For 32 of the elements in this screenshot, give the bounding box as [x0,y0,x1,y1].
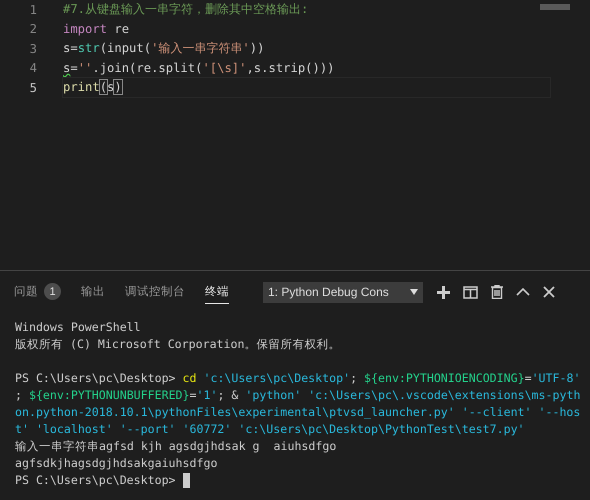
terminal-line: agfsdkjhagsdgjhdsakgaiuhsdfgo [15,455,218,472]
terminal-line: t' 'localhost' '--port' '60772' 'c:\Users\pc\Desktop\PythonTest\test7.py' [15,421,525,438]
code-line: s=''.join(re.split('[\s]',s.strip())) [63,60,336,77]
line-number: 5 [28,80,37,95]
terminal-line: PS C:\Users\pc\Desktop> [15,472,176,489]
terminal-line: 版权所有 (C) Microsoft Corporation。保留所有权利。 [15,336,340,353]
terminal-line: on.python-2018.10.1\pythonFiles\experimental\ptvsd_launcher.py' '--client' '--hos [15,404,580,421]
terminal-line: Windows PowerShell [15,319,141,336]
line-number: 2 [28,22,37,36]
split-panel-icon[interactable] [463,286,478,298]
trash-icon[interactable] [491,285,503,299]
terminal-line: 输入一串字符串agfsd kjh agsdgjhdsak g aiuhsdfgo [15,438,336,455]
panel-tab[interactable]: 调试控制台 [125,280,185,304]
code-line: s=str(input('输入一串字符串')) [63,40,266,58]
count-badge: 1 [44,283,61,300]
code-line: #7.从键盘输入一串字符，删除其中空格输出: [63,1,310,18]
dropdown-caret-icon [410,289,418,295]
code-line: print(s) [63,78,550,98]
panel-tab[interactable]: 终端 [205,280,229,304]
chevron-up-icon[interactable] [516,288,530,296]
minimap [540,4,570,10]
terminal-dropdown[interactable]: 1: Python Debug Cons [263,282,423,302]
close-icon[interactable] [543,286,555,298]
panel-tab[interactable]: 输出 [81,280,105,304]
plus-icon[interactable] [437,286,450,298]
terminal-line: ; ${env:PYTHONUNBUFFERED}='1'; & 'python' 'c:\Users\pc\.vscode\extensions\ms-pyth [15,387,580,404]
line-number: 3 [28,42,37,56]
line-number: 1 [28,2,37,17]
line-number: 4 [28,61,37,76]
terminal-line: PS C:\Users\pc\Desktop> cd 'c:\Users\pc\Desktop'; ${env:PYTHONIOENCODING}='UTF-8' [15,370,580,387]
panel-tab[interactable]: 问题 1 [14,279,61,305]
code-line: import re [63,20,130,38]
